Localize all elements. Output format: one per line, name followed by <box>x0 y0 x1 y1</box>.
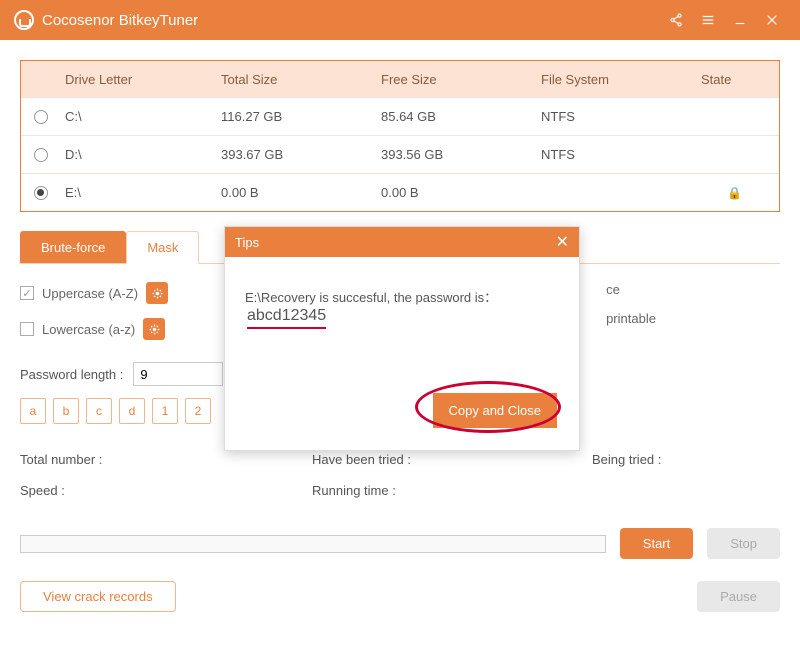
tab-brute-force[interactable]: Brute-force <box>20 231 126 263</box>
menu-button[interactable] <box>694 6 722 34</box>
drive-table-header: Drive Letter Total Size Free Size File S… <box>21 61 779 97</box>
app-logo-icon <box>14 10 34 30</box>
stat-tried-label: Have been tried : <box>312 452 592 467</box>
stat-runtime-label: Running time : <box>312 483 592 498</box>
table-row[interactable]: E:\ 0.00 B 0.00 B 🔒 <box>21 173 779 211</box>
password-length-label: Password length : <box>20 367 123 382</box>
col-letter: Drive Letter <box>61 72 221 87</box>
table-row[interactable]: C:\ 116.27 GB 85.64 GB NTFS <box>21 97 779 135</box>
lowercase-settings-button[interactable] <box>143 318 165 340</box>
col-state: State <box>701 72 779 87</box>
col-free: Free Size <box>381 72 541 87</box>
stat-being-tried-label: Being tried : <box>592 452 780 467</box>
lowercase-checkbox[interactable] <box>20 322 34 336</box>
minimize-button[interactable] <box>726 6 754 34</box>
option-partial-printable: printable <box>606 311 656 326</box>
char-box[interactable]: 2 <box>185 398 211 424</box>
statistics: Total number : Speed : Have been tried :… <box>20 452 780 498</box>
close-button[interactable] <box>758 6 786 34</box>
password-length-input[interactable] <box>133 362 223 386</box>
stop-button[interactable]: Stop <box>707 528 780 559</box>
view-records-button[interactable]: View crack records <box>20 581 176 612</box>
dialog-title: Tips <box>235 235 259 250</box>
option-partial-space: ce <box>606 282 656 297</box>
start-button[interactable]: Start <box>620 528 693 559</box>
uppercase-settings-button[interactable] <box>146 282 168 304</box>
char-box[interactable]: a <box>20 398 46 424</box>
share-button[interactable] <box>662 6 690 34</box>
drive-radio[interactable] <box>34 186 48 200</box>
tips-dialog: Tips ✕ E:\Recovery is succesful, the pas… <box>224 226 580 451</box>
char-box[interactable]: 1 <box>152 398 178 424</box>
drive-table: Drive Letter Total Size Free Size File S… <box>20 60 780 212</box>
lock-icon: 🔒 <box>727 186 742 200</box>
stat-total-label: Total number : <box>20 452 312 467</box>
progress-bar <box>20 535 606 553</box>
uppercase-checkbox[interactable]: ✓ <box>20 286 34 300</box>
recovered-password: abcd12345 <box>247 307 326 329</box>
tab-mask[interactable]: Mask <box>126 231 199 264</box>
copy-and-close-button[interactable]: Copy and Close <box>433 393 558 428</box>
char-box[interactable]: c <box>86 398 112 424</box>
drive-radio[interactable] <box>34 110 48 124</box>
stat-speed-label: Speed : <box>20 483 312 498</box>
char-box[interactable]: d <box>119 398 145 424</box>
pause-button[interactable]: Pause <box>697 581 780 612</box>
lowercase-label: Lowercase (a-z) <box>42 322 135 337</box>
dialog-header: Tips ✕ <box>225 227 579 257</box>
app-title: Cocosenor BitkeyTuner <box>42 12 658 29</box>
table-row[interactable]: D:\ 393.67 GB 393.56 GB NTFS <box>21 135 779 173</box>
uppercase-label: Uppercase (A-Z) <box>42 286 138 301</box>
col-total: Total Size <box>221 72 381 87</box>
drive-radio[interactable] <box>34 148 48 162</box>
col-fs: File System <box>541 72 701 87</box>
dialog-close-button[interactable]: ✕ <box>556 232 569 252</box>
dialog-message: E:\Recovery is succesful, the password i… <box>245 290 497 305</box>
char-box[interactable]: b <box>53 398 79 424</box>
titlebar: Cocosenor BitkeyTuner <box>0 0 800 40</box>
